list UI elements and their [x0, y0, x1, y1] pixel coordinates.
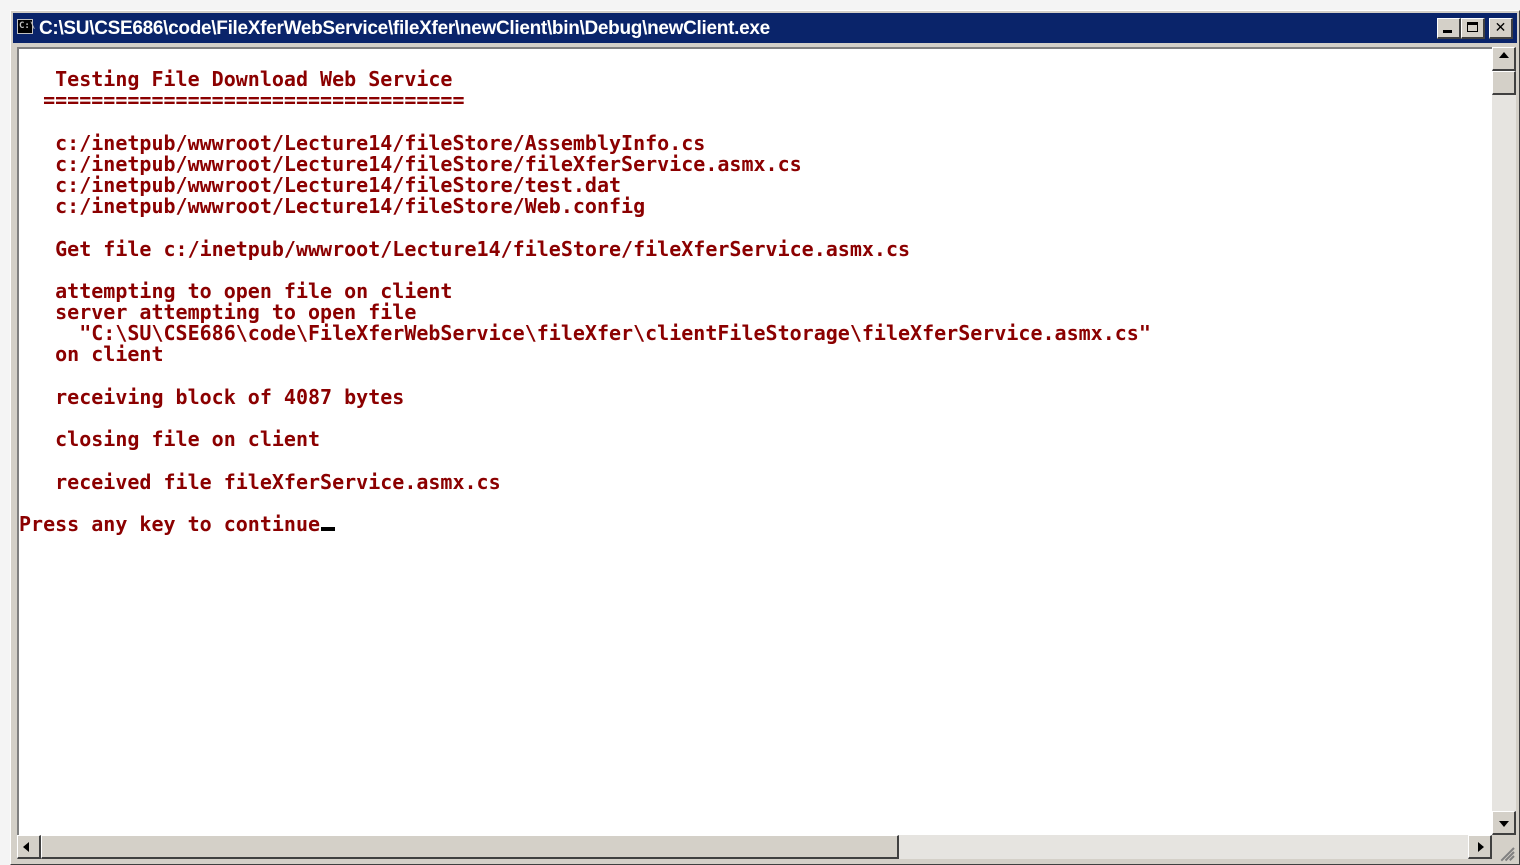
console-line: closing file on client [19, 427, 321, 452]
maximize-icon [1467, 22, 1478, 32]
arrow-left-icon [23, 842, 29, 852]
console-line: c:/inetpub/wwwroot/Lecture14/fileStore/t… [19, 172, 622, 197]
close-button[interactable]: ✕ [1489, 18, 1513, 39]
text-cursor [321, 526, 336, 531]
scroll-right-button[interactable] [1468, 835, 1492, 859]
arrow-right-icon [1478, 842, 1484, 852]
console-line: c:/inetpub/wwwroot/Lecture14/fileStore/f… [19, 151, 802, 176]
scroll-up-button[interactable] [1492, 47, 1516, 71]
console-window: C:\ C:\SU\CSE686\code\FileXferWebService… [10, 10, 1520, 865]
console-line: receiving block of 4087 bytes [19, 384, 405, 409]
console-line: c:/inetpub/wwwroot/Lecture14/fileStore/W… [19, 194, 646, 219]
scroll-left-button[interactable] [17, 835, 41, 859]
scroll-down-button[interactable] [1492, 811, 1516, 835]
vertical-scrollbar[interactable] [1492, 47, 1516, 835]
horizontal-scroll-thumb[interactable] [41, 835, 899, 859]
minimize-button[interactable] [1437, 18, 1461, 39]
console-app-icon[interactable]: C:\ [17, 19, 35, 34]
maximize-button[interactable] [1461, 18, 1485, 39]
minimize-icon [1443, 30, 1452, 33]
console-line: Testing File Download Web Service [19, 67, 453, 91]
arrow-down-icon [1499, 821, 1509, 827]
console-line: Get file c:/inetpub/wwwroot/Lecture14/fi… [19, 236, 911, 261]
vertical-scroll-thumb[interactable] [1492, 71, 1516, 95]
console-line: on client [19, 342, 164, 367]
console-line: server attempting to open file [19, 300, 417, 325]
console-output[interactable]: Testing File Download Web Service ======… [17, 47, 1492, 835]
title-bar[interactable]: C:\ C:\SU\CSE686\code\FileXferWebService… [13, 13, 1517, 43]
arrow-up-icon [1499, 52, 1509, 58]
console-text: Testing File Download Web Service ======… [19, 67, 1151, 535]
resize-grip-icon[interactable] [1492, 835, 1516, 862]
console-line: =================================== [19, 88, 465, 113]
console-line: "C:\SU\CSE686\code\FileXferWebService\fi… [19, 321, 1151, 346]
window-title: C:\SU\CSE686\code\FileXferWebService\fil… [39, 18, 770, 39]
console-line: c:/inetpub/wwwroot/Lecture14/fileStore/A… [19, 130, 706, 155]
close-icon: ✕ [1494, 20, 1507, 36]
console-line: attempting to open file on client [19, 278, 453, 303]
console-line: Press any key to continue [19, 513, 1151, 535]
horizontal-scrollbar[interactable] [17, 835, 1492, 859]
console-line: received file fileXferService.asmx.cs [19, 469, 501, 494]
